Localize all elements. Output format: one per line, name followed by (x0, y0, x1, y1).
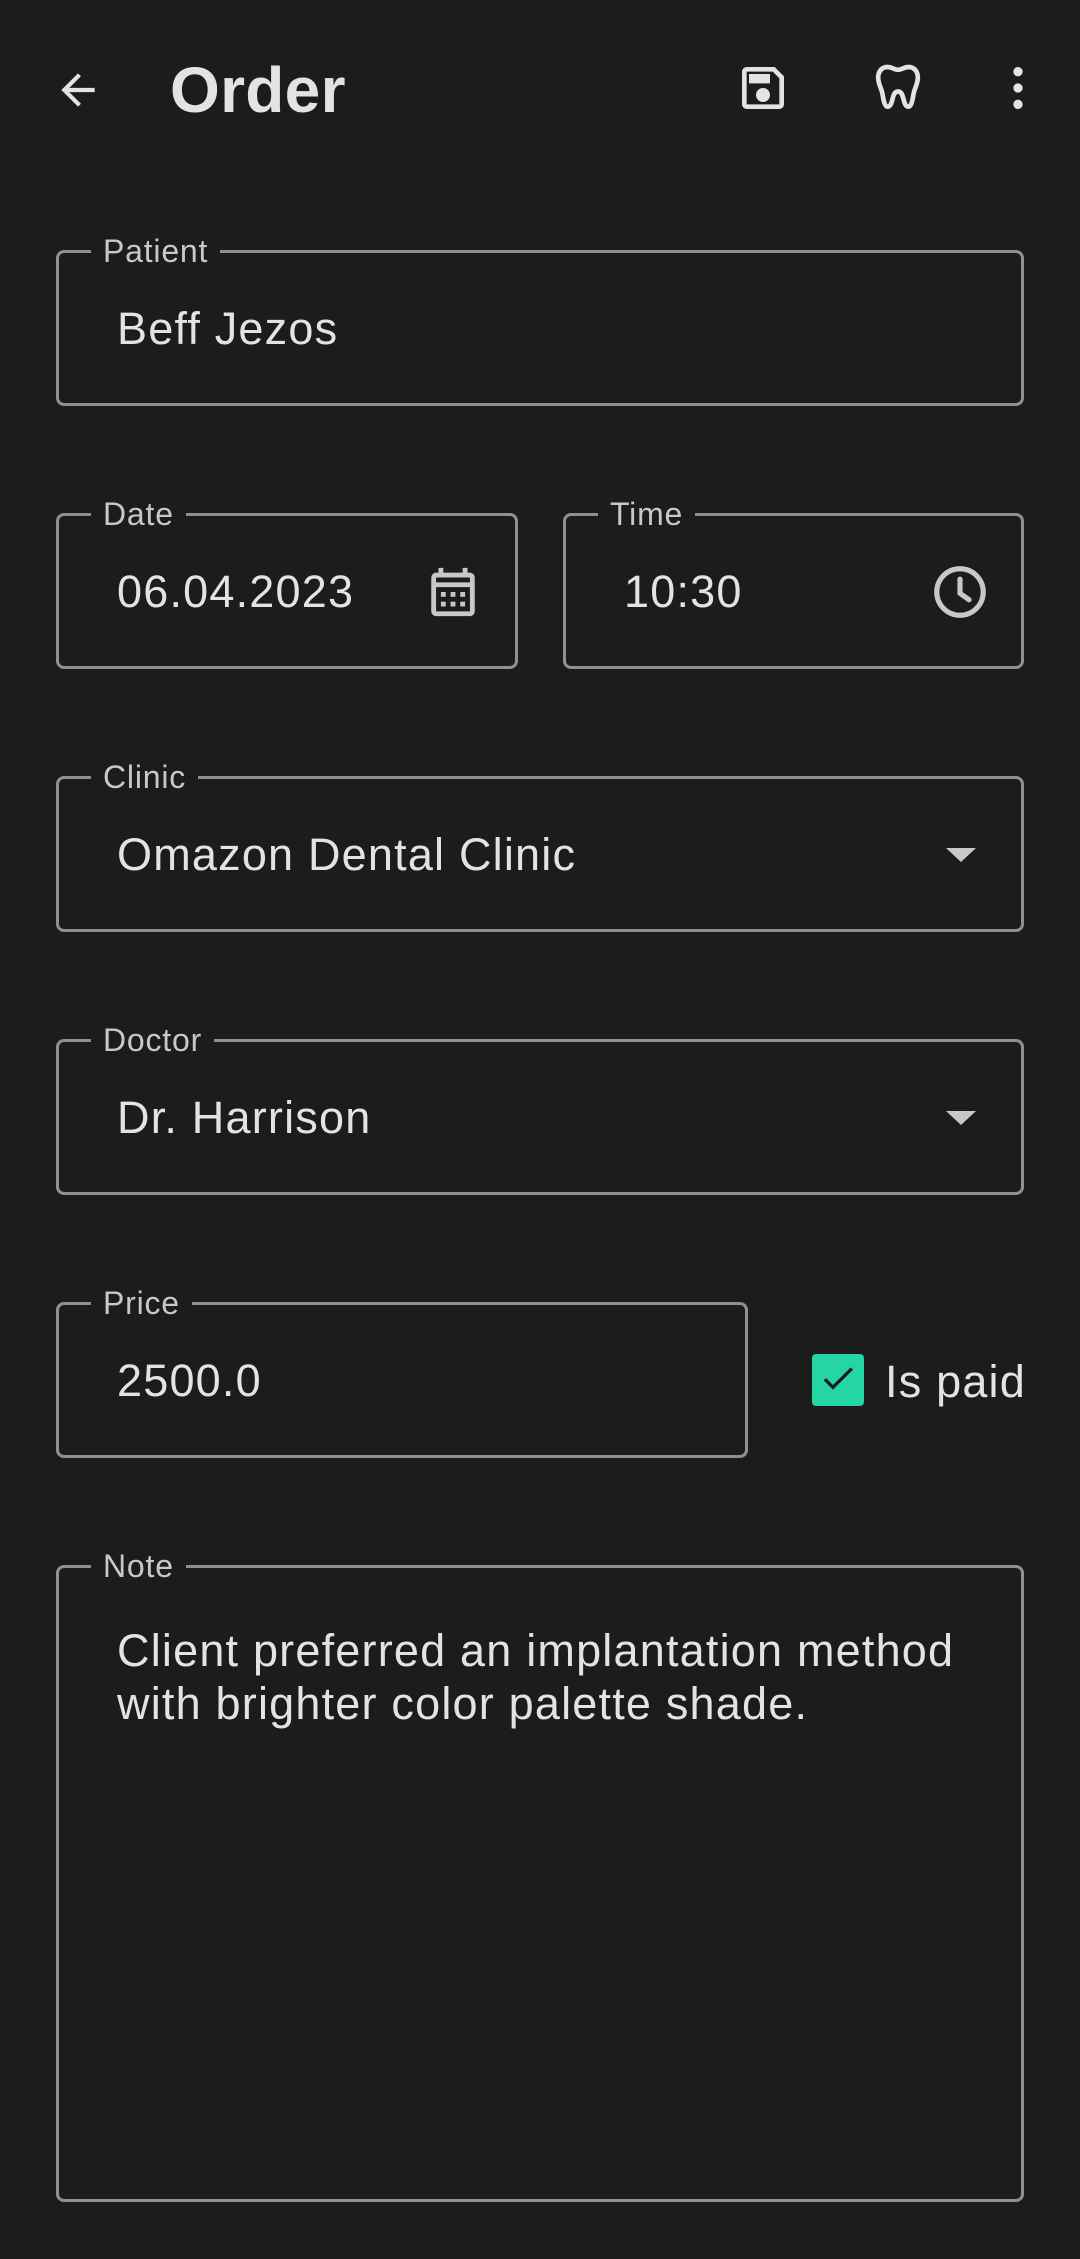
clock-icon[interactable] (928, 560, 992, 624)
tooth-button[interactable] (848, 38, 948, 138)
note-value: Client preferred an implantation method … (117, 1625, 955, 1729)
note-label: Note (91, 1546, 186, 1586)
calendar-icon[interactable] (421, 560, 485, 624)
save-icon (735, 60, 791, 116)
time-value: 10:30 (624, 566, 743, 617)
dropdown-arrow-icon[interactable] (929, 823, 993, 887)
back-arrow-icon (53, 65, 103, 115)
save-button[interactable] (713, 38, 813, 138)
time-label: Time (598, 494, 696, 534)
patient-field[interactable]: Patient Beff Jezos (56, 231, 1024, 406)
doctor-dropdown[interactable]: Doctor Dr. Harrison (56, 1020, 1024, 1195)
clinic-value: Omazon Dental Clinic (117, 829, 577, 880)
price-label: Price (91, 1283, 192, 1323)
is-paid-checkbox[interactable] (812, 1354, 864, 1406)
tooth-icon (870, 60, 926, 116)
date-value: 06.04.2023 (117, 566, 355, 617)
checkmark-icon (818, 1358, 858, 1403)
page-title: Order (170, 54, 346, 126)
more-options-button[interactable] (968, 38, 1068, 138)
doctor-value: Dr. Harrison (117, 1092, 372, 1143)
price-value: 2500.0 (117, 1355, 262, 1406)
date-field[interactable]: Date 06.04.2023 (56, 494, 518, 669)
back-button[interactable] (28, 40, 128, 140)
time-field[interactable]: Time 10:30 (563, 494, 1024, 669)
clinic-label: Clinic (91, 757, 199, 797)
price-field[interactable]: Price 2500.0 (56, 1283, 748, 1458)
dropdown-arrow-icon[interactable] (929, 1086, 993, 1150)
more-vertical-icon (990, 60, 1046, 116)
clinic-dropdown[interactable]: Clinic Omazon Dental Clinic (56, 757, 1024, 932)
patient-label: Patient (91, 231, 221, 271)
note-field[interactable]: Note Client preferred an implantation me… (56, 1546, 1024, 2202)
date-label: Date (91, 494, 186, 534)
app-bar: Order (0, 0, 1080, 180)
doctor-label: Doctor (91, 1020, 215, 1060)
patient-value: Beff Jezos (117, 303, 339, 354)
is-paid-label[interactable]: Is paid (885, 1356, 1026, 1408)
